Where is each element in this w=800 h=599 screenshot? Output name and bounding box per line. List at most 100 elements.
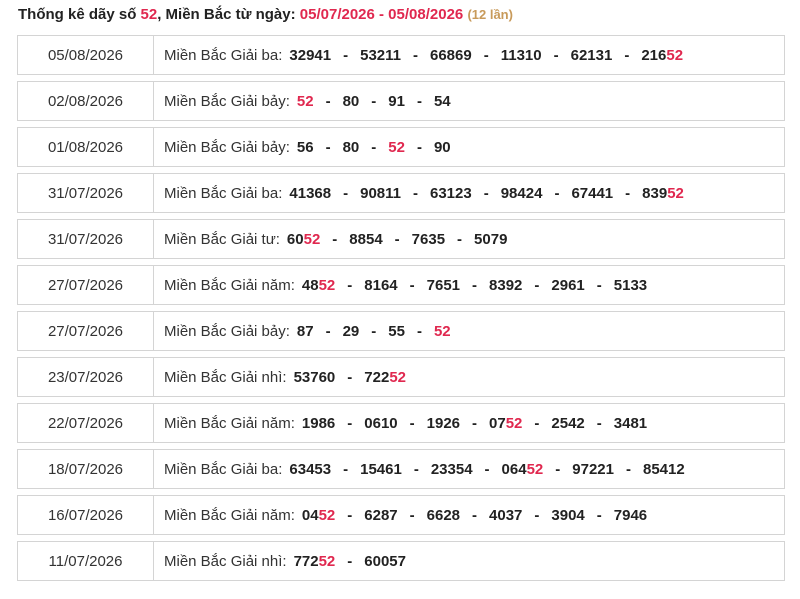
row-results: Miền Bắc Giải ba: 32941-53211-66869-11310…	[154, 36, 784, 74]
number-prefix: 97221	[572, 460, 614, 478]
number-prefix: 7635	[411, 230, 446, 248]
row-results: Miền Bắc Giải bảy: 52-80-91-54	[154, 82, 784, 120]
table-row: 27/07/2026 Miền Bắc Giải bảy: 87-29-55-52	[17, 311, 785, 351]
row-date: 16/07/2026	[18, 496, 154, 534]
number-prefix: 6628	[426, 506, 461, 524]
result-number: 0752	[489, 415, 522, 432]
number-separator: -	[371, 92, 377, 110]
result-number: 11310	[501, 47, 542, 64]
highlighted-digits: 52	[667, 184, 684, 202]
number-prefix: 55	[388, 322, 405, 340]
highlighted-digits: 52	[389, 368, 406, 386]
number-prefix: 2961	[551, 276, 585, 294]
number-separator: -	[347, 276, 353, 294]
number-prefix: 07	[489, 414, 506, 432]
result-number: 83952	[642, 185, 684, 202]
number-separator: -	[343, 184, 349, 202]
highlighted-digits: 52	[433, 322, 451, 340]
prize-label: Miền Bắc Giải bảy:	[164, 322, 290, 340]
result-number: 91	[388, 93, 405, 110]
number-prefix: 41368	[289, 184, 332, 202]
number-prefix: 839	[642, 184, 668, 202]
number-separator: -	[347, 552, 353, 570]
prize-label: Miền Bắc Giải ba:	[164, 184, 283, 202]
row-results: Miền Bắc Giải nhì: 77252-60057	[154, 542, 784, 580]
number-prefix: 15461	[360, 460, 402, 478]
number-separator: -	[416, 92, 422, 110]
table-row: 27/07/2026 Miền Bắc Giải năm: 4852-8164-76…	[17, 265, 785, 305]
number-prefix: 32941	[289, 46, 332, 64]
highlighted-digits: 52	[318, 276, 336, 294]
result-number: 90811	[360, 185, 401, 202]
table-row: 22/07/2026 Miền Bắc Giải năm: 1986-0610-19…	[17, 403, 785, 443]
result-number: 15461	[360, 461, 402, 478]
number-prefix: 53760	[293, 368, 336, 386]
result-number: 62131	[571, 47, 613, 64]
number-separator: -	[596, 506, 602, 524]
number-separator: -	[325, 322, 331, 340]
result-number: 67441	[571, 185, 613, 202]
number-separator: -	[371, 322, 377, 340]
result-number: 98424	[501, 185, 543, 202]
prize-label: Miền Bắc Giải năm:	[164, 506, 295, 524]
number-prefix: 5133	[613, 276, 648, 294]
number-separator: -	[624, 46, 630, 64]
result-number: 7635	[412, 231, 445, 248]
row-date: 31/07/2026	[18, 174, 154, 212]
result-number: 87	[297, 323, 314, 340]
number-prefix: 722	[364, 368, 390, 386]
number-prefix: 85412	[642, 460, 685, 478]
number-separator: -	[325, 92, 331, 110]
result-number: 7651	[427, 277, 460, 294]
result-number: 06452	[502, 461, 544, 478]
row-date: 22/07/2026	[18, 404, 154, 442]
highlighted-digits: 52	[666, 46, 684, 64]
result-number: 63453	[289, 461, 331, 478]
number-separator: -	[625, 184, 631, 202]
result-number: 4037	[489, 507, 522, 524]
row-date: 02/08/2026	[18, 82, 154, 120]
number-separator: -	[483, 184, 489, 202]
result-number: 56	[297, 139, 314, 156]
number-prefix: 216	[641, 46, 667, 64]
highlighted-digits: 52	[388, 138, 405, 156]
result-number: 0452	[302, 507, 335, 524]
result-number: 77252	[294, 553, 336, 570]
number-prefix: 7651	[426, 276, 461, 294]
number-separator: -	[343, 460, 349, 478]
result-number: 6287	[364, 507, 397, 524]
result-number: 54	[434, 93, 451, 110]
result-number: 72252	[364, 369, 406, 386]
row-results: Miền Bắc Giải năm: 4852-8164-7651-8392-29…	[154, 266, 784, 304]
table-row: 31/07/2026 Miền Bắc Giải tư: 6052-8854-763…	[17, 219, 785, 259]
number-separator: -	[409, 414, 415, 432]
result-number: 66869	[430, 47, 472, 64]
number-prefix: 1986	[301, 414, 336, 432]
number-separator: -	[394, 230, 400, 248]
number-prefix: 48	[301, 276, 319, 294]
number-prefix: 1926	[426, 414, 461, 432]
result-number: 21652	[641, 47, 683, 64]
number-separator: -	[347, 506, 353, 524]
number-separator: -	[484, 460, 490, 478]
row-date: 27/07/2026	[18, 312, 154, 350]
number-separator: -	[371, 138, 377, 156]
number-prefix: 63453	[289, 460, 332, 478]
number-prefix: 8392	[489, 276, 523, 294]
highlighted-digits: 52	[303, 230, 321, 248]
prize-label: Miền Bắc Giải bảy:	[164, 138, 290, 156]
number-separator: -	[409, 506, 415, 524]
table-row: 31/07/2026 Miền Bắc Giải ba: 41368-90811-6…	[17, 173, 785, 213]
result-number: 2542	[551, 415, 584, 432]
highlighted-digits: 52	[318, 552, 336, 570]
number-prefix: 67441	[571, 184, 614, 202]
highlighted-digits: 52	[296, 92, 314, 110]
result-number: 52	[434, 323, 451, 340]
prize-label: Miền Bắc Giải nhì:	[164, 552, 287, 570]
row-date: 27/07/2026	[18, 266, 154, 304]
row-results: Miền Bắc Giải năm: 1986-0610-1926-0752-25…	[154, 404, 784, 442]
number-prefix: 8854	[349, 230, 383, 248]
result-number: 63123	[430, 185, 472, 202]
highlighted-digits: 52	[526, 460, 544, 478]
row-results: Miền Bắc Giải ba: 63453-15461-23354-06452…	[154, 450, 784, 488]
